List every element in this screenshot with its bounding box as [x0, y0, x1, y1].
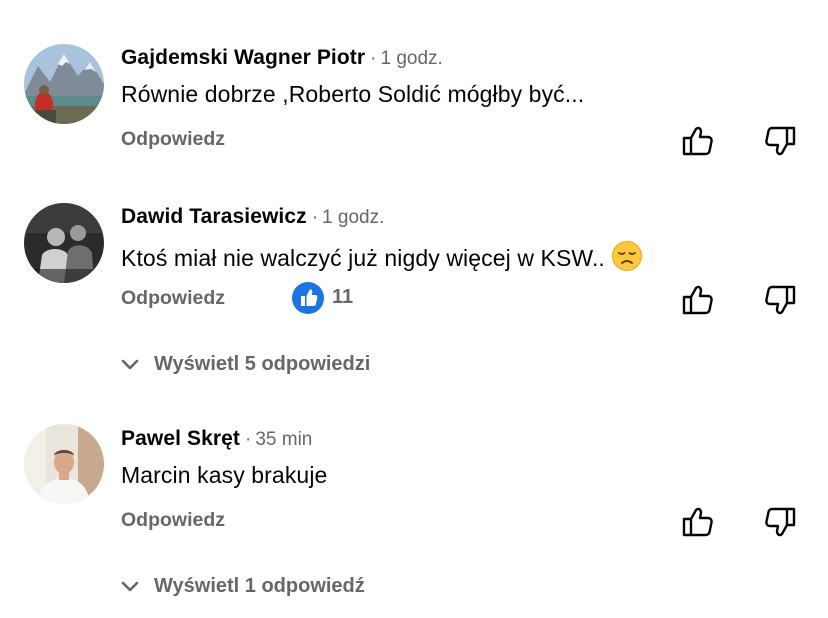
person-photo-icon: [24, 424, 104, 504]
view-replies-button[interactable]: Wyświetl 5 odpowiedzi: [120, 353, 370, 376]
avatar[interactable]: [24, 424, 104, 504]
avatar[interactable]: [24, 203, 104, 283]
chevron-down-icon: [120, 355, 140, 375]
comment-text-row: Ktoś miał nie walczyć już nigdy więcej w…: [121, 240, 643, 272]
author-name[interactable]: Dawid Tarasiewicz: [121, 205, 307, 228]
view-replies-label: Wyświetl 5 odpowiedzi: [154, 353, 371, 375]
separator-dot: ·: [370, 48, 377, 69]
reply-button[interactable]: Odpowiedz: [121, 509, 225, 532]
mountain-lake-photo-icon: [24, 44, 104, 124]
author-name[interactable]: Gajdemski Wagner Piotr: [121, 46, 365, 69]
thumbs-down-icon[interactable]: [763, 124, 797, 158]
like-badge-icon[interactable]: [292, 282, 324, 314]
chevron-down-icon: [120, 577, 140, 597]
comment-header: Gajdemski Wagner Piotr · 1 godz.: [121, 46, 443, 70]
comment-text: Marcin kasy brakuje: [121, 462, 328, 488]
comment-text: Ktoś miał nie walczyć już nigdy więcej w…: [121, 245, 605, 271]
reply-button[interactable]: Odpowiedz: [121, 287, 225, 310]
comment-text: Równie dobrze ,Roberto Soldić mógłby być…: [121, 81, 585, 107]
like-count[interactable]: 11: [332, 286, 353, 309]
comment-header: Pawel Skręt · 35 min: [121, 427, 312, 451]
timestamp[interactable]: 35 min: [255, 429, 312, 450]
thumbs-up-icon[interactable]: [681, 283, 715, 317]
view-replies-label: Wyświetl 1 odpowiedź: [154, 575, 365, 597]
separator-dot: ·: [245, 429, 252, 450]
timestamp[interactable]: 1 godz.: [380, 48, 442, 69]
disappointed-face-emoji-icon: [611, 240, 643, 272]
thumbs-up-icon[interactable]: [681, 505, 715, 539]
timestamp[interactable]: 1 godz.: [322, 207, 384, 228]
thumbs-down-icon[interactable]: [763, 283, 797, 317]
separator-dot: ·: [311, 207, 319, 228]
author-name[interactable]: Pawel Skręt: [121, 427, 240, 450]
reply-button[interactable]: Odpowiedz: [121, 128, 225, 151]
comment-header: Dawid Tarasiewicz · 1 godz.: [121, 205, 384, 229]
view-replies-button[interactable]: Wyświetl 1 odpowiedź: [120, 575, 365, 598]
fighters-photo-icon: [24, 203, 104, 283]
thumbs-up-icon[interactable]: [681, 124, 715, 158]
thumbs-down-icon[interactable]: [763, 505, 797, 539]
avatar[interactable]: [24, 44, 104, 124]
